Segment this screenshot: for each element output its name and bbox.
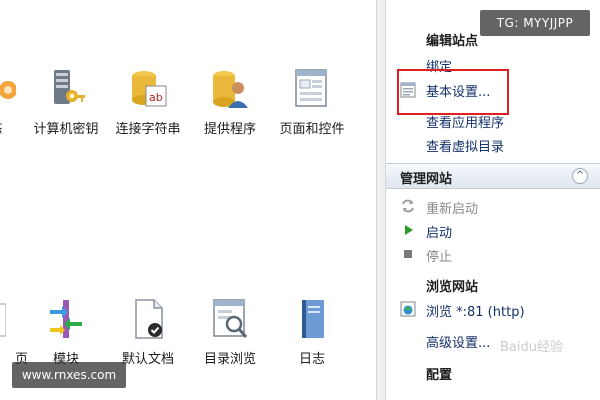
basic-settings-link[interactable]: 基本设置... (426, 81, 490, 100)
feature-providers[interactable]: 提供程序 (188, 68, 272, 140)
features-view: 态 计算机密钥 (0, 0, 376, 400)
default-document-icon (128, 298, 168, 342)
view-applications-link[interactable]: 查看应用程序 (426, 112, 504, 131)
feature-directory-browsing[interactable]: 目录浏览 (188, 298, 272, 370)
feature-label: 日志 (298, 352, 325, 367)
feature-pages-controls[interactable]: 页面和控件 (270, 68, 354, 140)
start-icon (405, 225, 413, 235)
page-icon (0, 298, 6, 342)
feature-default-document[interactable]: 默认文档 (106, 298, 190, 370)
tg-watermark: TG: MYYJJPP (480, 10, 590, 36)
actions-pane: 编辑站点 绑定... 基本设置... 查看应用程序 查看虚拟目录 管理网站 ^ … (386, 0, 600, 400)
providers-icon (210, 68, 250, 112)
restart-icon (402, 199, 414, 213)
feature-label: 连接字符串 (115, 122, 181, 137)
start-link[interactable]: 启动 (426, 222, 452, 241)
manage-site-header[interactable]: 管理网站 ^ (386, 163, 600, 189)
pages-controls-icon (292, 68, 332, 112)
browse-site-heading: 浏览网站 (426, 280, 479, 295)
feature-label: 计算机密钥 (33, 122, 99, 137)
status-icon (0, 68, 16, 112)
configure-heading: 配置 (426, 368, 453, 383)
modules-icon (46, 298, 86, 342)
basic-settings-icon (400, 82, 416, 98)
iis-manager-screen: 态 计算机密钥 (0, 0, 600, 400)
feature-logging[interactable]: 日志 (270, 298, 354, 370)
site-watermark: www.rnxes.com (12, 362, 126, 388)
pane-splitter[interactable] (376, 0, 386, 400)
feature-modules[interactable]: 模块 (24, 298, 108, 370)
feature-label: 目录浏览 (203, 352, 256, 367)
feature-label: 提供程序 (203, 122, 256, 137)
logging-icon (292, 298, 332, 342)
manage-site-title: 管理网站 (400, 172, 453, 187)
stop-link: 停止 (426, 250, 453, 265)
connection-string-icon: ab (128, 68, 168, 112)
directory-browsing-icon (210, 298, 250, 342)
collapse-icon[interactable]: ^ (572, 168, 588, 184)
stop-icon (404, 250, 412, 258)
advanced-settings-link[interactable]: 高级设置... (426, 332, 490, 351)
browse-port-81-link[interactable]: 浏览 *:81 (http) (426, 301, 525, 320)
view-virtual-directories-link[interactable]: 查看虚拟目录 (426, 136, 504, 155)
machine-key-icon (46, 68, 86, 112)
restart-link: 重新启动 (426, 202, 479, 217)
edit-site-heading: 编辑站点 (426, 34, 479, 49)
bindings-link[interactable]: 绑定... (426, 56, 464, 75)
feature-connection-strings[interactable]: ab 连接字符串 (106, 68, 190, 140)
svg-text:ab: ab (149, 91, 163, 104)
feature-machine-key[interactable]: 计算机密钥 (24, 68, 108, 140)
feature-label: 页面和控件 (279, 122, 345, 137)
browse-globe-icon (400, 301, 416, 317)
